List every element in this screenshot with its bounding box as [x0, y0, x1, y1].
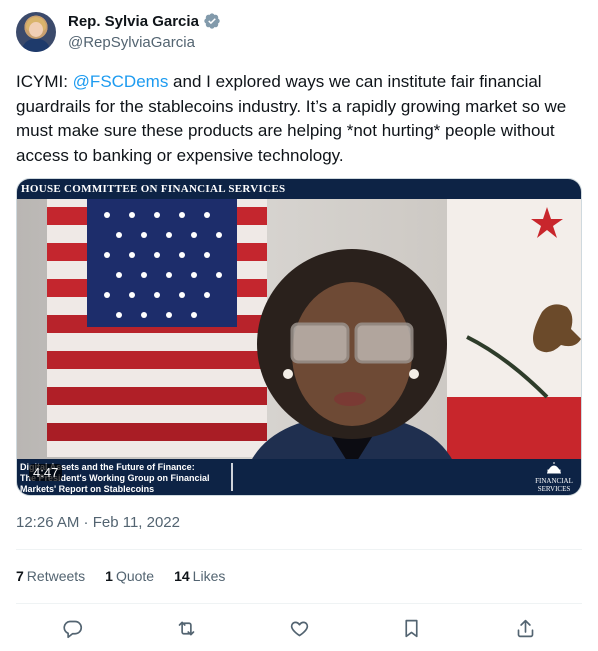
mention-link[interactable]: @FSCDems: [73, 72, 169, 91]
quotes-label: Quote: [115, 568, 155, 584]
likes-stat[interactable]: 14 Likes: [174, 568, 225, 584]
video-caption-line-3: Markets' Report on Stablecoins: [20, 484, 155, 494]
author-name-row: Rep. Sylvia Garcia: [68, 12, 221, 30]
logo-line-2: SERVICES: [537, 485, 571, 493]
retweets-count: 7: [16, 568, 24, 584]
video-player[interactable]: HOUSE COMMITTEE ON FINANCIAL SERVICES Di…: [16, 178, 582, 496]
like-icon: [290, 621, 308, 636]
likes-count: 14: [174, 568, 190, 584]
retweet-button[interactable]: [174, 616, 198, 640]
action-bar: [16, 612, 582, 644]
tweet-text: ICYMI: @FSCDems and I explored ways we c…: [16, 70, 576, 168]
quotes-stat[interactable]: 1 Quote: [105, 568, 154, 584]
share-button[interactable]: [513, 616, 537, 640]
tweet-text-prefix: ICYMI:: [16, 72, 73, 91]
avatar-face: [29, 22, 43, 37]
retweets-stat[interactable]: 7 Retweets: [16, 568, 85, 584]
share-icon: [517, 619, 533, 637]
tweet-timestamp[interactable]: 12:26 AM · Feb 11, 2022: [16, 514, 180, 531]
video-duration-badge: 4:47: [29, 464, 63, 481]
divider: [16, 603, 582, 604]
likes-label: Likes: [192, 568, 226, 584]
reply-icon: [62, 620, 82, 638]
retweets-label: Retweets: [26, 568, 86, 584]
financial-services-logo: FINANCIAL SERVICES: [531, 461, 577, 493]
committee-banner-title: HOUSE COMMITTEE ON FINANCIAL SERVICES: [21, 183, 286, 195]
bookmark-icon: [404, 619, 418, 637]
logo-line-1: FINANCIAL: [535, 477, 573, 485]
like-button[interactable]: [287, 616, 311, 640]
video-lower-third: Digital Assets and the Future of Finance…: [17, 459, 581, 495]
lower-third-divider: [231, 463, 233, 491]
committee-banner: HOUSE COMMITTEE ON FINANCIAL SERVICES: [17, 179, 581, 199]
bookmark-button[interactable]: [399, 616, 423, 640]
capitol-dome-icon: [547, 462, 561, 474]
retweet-icon: [178, 621, 194, 635]
avatar[interactable]: [16, 12, 56, 52]
engagement-stats: 7 Retweets 1 Quote 14 Likes: [16, 568, 225, 584]
verified-badge-icon: [204, 13, 220, 29]
reply-button[interactable]: [60, 616, 84, 640]
quotes-count: 1: [105, 568, 113, 584]
author-display-name[interactable]: Rep. Sylvia Garcia: [68, 13, 199, 30]
avatar-body: [22, 39, 50, 52]
speaker-image: [242, 249, 462, 489]
divider: [16, 549, 582, 550]
author-handle[interactable]: @RepSylviaGarcia: [68, 34, 195, 51]
